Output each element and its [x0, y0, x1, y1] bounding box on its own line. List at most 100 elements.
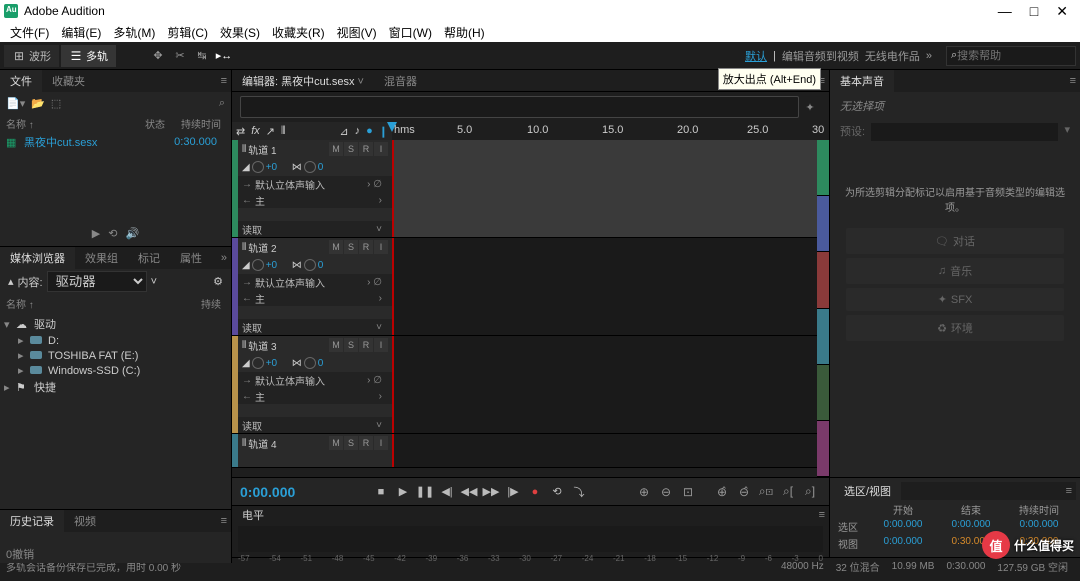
preview-play-icon[interactable]: ▶ — [92, 227, 100, 240]
menu-edit[interactable]: 编辑(E) — [55, 24, 107, 41]
track-color-bar[interactable] — [232, 336, 238, 433]
tab-history[interactable]: 历史记录 — [0, 510, 64, 532]
col-name[interactable]: 名称 ↑ — [6, 116, 135, 131]
track-bus-row[interactable]: ←主› — [232, 290, 392, 306]
time-select-tool[interactable]: ▸↔ — [214, 46, 234, 66]
track-name[interactable]: 轨道 3 — [248, 338, 326, 353]
workspace-video[interactable]: 编辑音频到视频 — [782, 48, 859, 64]
forward-button[interactable]: ▶▶ — [480, 482, 502, 502]
waveform-view-button[interactable]: ⊞波形 — [4, 45, 59, 67]
track-name[interactable]: 轨道 2 — [248, 240, 326, 255]
col-status[interactable]: 状态 — [135, 116, 175, 131]
stop-button[interactable]: ■ — [370, 482, 392, 502]
track-bus-row[interactable]: ←主› — [232, 388, 392, 404]
loop-button[interactable]: ⟲ — [546, 482, 568, 502]
track-color-bar[interactable] — [232, 238, 238, 335]
solo-button[interactable]: S — [344, 240, 358, 254]
track-input-row[interactable]: →默认立体声输入› ∅ — [232, 274, 392, 290]
essential-type-button[interactable]: ✦SFX — [846, 288, 1064, 311]
levels-tab[interactable]: 电平 — [232, 505, 274, 525]
mute-button[interactable]: M — [329, 436, 343, 450]
preview-auto-icon[interactable]: 🔊 — [125, 227, 139, 240]
new-file-icon[interactable]: 📄▾ — [6, 97, 25, 110]
menu-multitrack[interactable]: 多轨(M) — [107, 24, 161, 41]
volume-knob[interactable] — [252, 161, 264, 173]
multitrack-view-button[interactable]: ☰多轨 — [61, 45, 116, 67]
minimize-button[interactable]: — — [998, 3, 1012, 20]
tree-item[interactable]: ▸Windows-SSD (C:) — [4, 363, 227, 378]
track-mode-row[interactable]: 读取˅ — [232, 417, 392, 433]
timecode[interactable]: 0:00.000 — [240, 484, 370, 500]
menu-file[interactable]: 文件(F) — [4, 24, 55, 41]
track-lane[interactable] — [392, 434, 829, 467]
input-monitor-button[interactable]: I — [374, 338, 388, 352]
tab-selection[interactable]: 选区/视图 — [834, 480, 901, 502]
track-name[interactable]: 轨道 4 — [248, 436, 326, 451]
mixer-tab[interactable]: 混音器 — [374, 71, 427, 91]
color-marker[interactable] — [817, 252, 829, 308]
track-opt3-icon[interactable]: ● — [366, 125, 373, 137]
menu-help[interactable]: 帮助(H) — [438, 24, 491, 41]
mute-button[interactable]: M — [329, 338, 343, 352]
zoom-out-point-icon[interactable]: ⌕] — [799, 484, 821, 499]
volume-knob[interactable] — [252, 259, 264, 271]
editor-tab[interactable]: 编辑器: 黑夜中cut.sesx ˅ — [232, 71, 374, 91]
track-color-bar[interactable] — [232, 140, 238, 237]
essential-menu[interactable]: ≡ — [1066, 75, 1080, 87]
open-file-icon[interactable]: 📂 — [31, 97, 45, 110]
tree-item[interactable]: ▸D: — [4, 333, 227, 348]
move-tool[interactable]: ✥ — [148, 46, 168, 66]
record-arm-button[interactable]: R — [359, 436, 373, 450]
panel-menu-icon[interactable]: ≡ — [217, 75, 231, 87]
tab-effects[interactable]: 效果组 — [75, 247, 128, 269]
zoom-in-v-icon[interactable]: ⊕̂ — [711, 485, 733, 499]
mute-button[interactable]: M — [329, 240, 343, 254]
time-ruler[interactable]: hms 5.0 10.0 15.0 20.0 25.0 30 — [392, 122, 817, 140]
record-arm-button[interactable]: R — [359, 338, 373, 352]
solo-button[interactable]: S — [344, 338, 358, 352]
menu-clip[interactable]: 剪辑(C) — [161, 24, 214, 41]
preset-menu-icon[interactable]: ▾ — [1064, 123, 1070, 141]
search-files-icon[interactable]: ⌕ — [219, 97, 225, 110]
go-end-button[interactable]: |▶ — [502, 482, 524, 502]
zoom-out-v-icon[interactable]: ⊖̂ — [733, 485, 755, 499]
overview-tool-icon[interactable]: ✦ — [799, 101, 821, 114]
sel-cell[interactable]: 0:00.000 — [870, 519, 936, 534]
workspace-radio[interactable]: 无线电作品 — [865, 48, 920, 64]
zoom-sel-icon[interactable]: ⌕⊡ — [755, 484, 777, 499]
pause-button[interactable]: ❚❚ — [414, 482, 436, 502]
media-col-dur[interactable]: 持续 — [175, 296, 225, 311]
menu-view[interactable]: 视图(V) — [331, 24, 383, 41]
pan-knob[interactable] — [304, 357, 316, 369]
zoom-in-point-icon[interactable]: ⌕[ — [777, 484, 799, 499]
track-lane[interactable] — [392, 336, 829, 433]
track-mode-row[interactable]: 读取˅ — [232, 221, 392, 237]
tree-item[interactable]: ▸TOSHIBA FAT (E:) — [4, 348, 227, 363]
file-row[interactable]: ▦ 黑夜中cut.sesx 0:30.000 — [0, 133, 231, 151]
fx-toggle-icon[interactable]: ⇄ — [236, 125, 245, 138]
zoom-in-h-icon[interactable]: ⊕ — [633, 485, 655, 499]
skip-button[interactable]: ⤵ — [568, 482, 590, 502]
sends-icon[interactable]: ↗ — [266, 125, 275, 138]
sel-cell[interactable]: 0:00.000 — [870, 536, 936, 551]
track-opt4-icon[interactable]: ❙ — [379, 125, 388, 138]
solo-button[interactable]: S — [344, 436, 358, 450]
track-opt2-icon[interactable]: ♪ — [355, 125, 361, 137]
razor-tool[interactable]: ✂ — [170, 46, 190, 66]
history-menu[interactable]: ≡ — [217, 515, 231, 527]
color-marker[interactable] — [817, 309, 829, 365]
pan-knob[interactable] — [304, 161, 316, 173]
menu-favorites[interactable]: 收藏夹(R) — [266, 24, 331, 41]
rewind-button[interactable]: ◀◀ — [458, 482, 480, 502]
input-monitor-button[interactable]: I — [374, 240, 388, 254]
drive-select[interactable]: 驱动器 — [47, 271, 147, 292]
search-box[interactable]: ⌕ — [946, 46, 1076, 66]
solo-button[interactable]: S — [344, 142, 358, 156]
close-button[interactable]: ✕ — [1056, 3, 1068, 20]
tab-essential-sound[interactable]: 基本声音 — [830, 70, 894, 92]
overview-box[interactable] — [240, 96, 799, 118]
eq-icon[interactable]: ⫴ — [281, 125, 286, 138]
media-col-name[interactable]: 名称 ↑ — [6, 296, 175, 311]
color-marker[interactable] — [817, 421, 829, 477]
mute-button[interactable]: M — [329, 142, 343, 156]
